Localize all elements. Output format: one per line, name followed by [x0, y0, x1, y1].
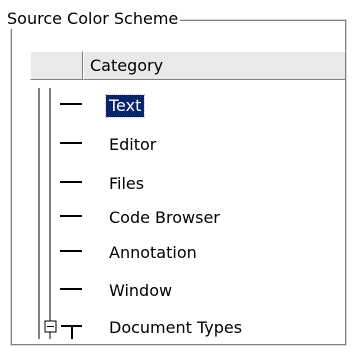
- tree-item-document-types[interactable]: Document Types: [30, 311, 346, 345]
- tree-item-window[interactable]: Window: [30, 274, 346, 308]
- tree-item-label: Document Types: [109, 318, 243, 337]
- tree-item-editor[interactable]: Editor: [30, 128, 346, 162]
- tree-item-label: Files: [109, 174, 145, 193]
- tree-item-label: Editor: [109, 135, 157, 154]
- tree-item-text[interactable]: Text: [30, 89, 346, 123]
- tree-item-label: Text: [104, 94, 146, 118]
- tree-item-label: Window: [109, 281, 173, 300]
- tree-item-code-browser[interactable]: Code Browser: [30, 201, 346, 235]
- tree-item-files[interactable]: Files: [30, 167, 346, 201]
- tree-item-label: Annotation: [109, 243, 197, 262]
- tree-item-annotation[interactable]: Annotation: [30, 236, 346, 270]
- tree-item-label: Code Browser: [109, 208, 220, 227]
